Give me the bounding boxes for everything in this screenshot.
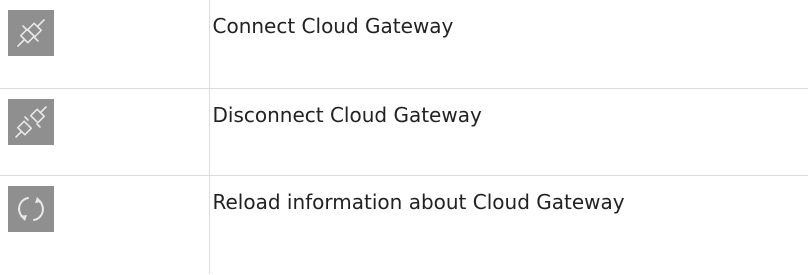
row-description: Connect Cloud Gateway — [212, 14, 454, 38]
plug-disconnect-icon — [8, 99, 54, 145]
reload-icon — [8, 186, 54, 232]
icon-cell — [0, 0, 210, 89]
table-row: Connect Cloud Gateway — [0, 0, 808, 89]
icon-cell — [0, 88, 210, 176]
plug-connect-icon — [8, 10, 54, 56]
command-table: Connect Cloud Gateway Disconnect Cloud G… — [0, 0, 808, 274]
description-cell: Connect Cloud Gateway — [208, 0, 808, 89]
row-description: Disconnect Cloud Gateway — [212, 103, 482, 127]
description-cell: Reload information about Cloud Gateway — [208, 175, 808, 274]
description-cell: Disconnect Cloud Gateway — [208, 88, 808, 176]
icon-cell — [0, 175, 210, 274]
row-description: Reload information about Cloud Gateway — [212, 190, 625, 214]
table-row: Disconnect Cloud Gateway — [0, 88, 808, 176]
table-row: Reload information about Cloud Gateway — [0, 175, 808, 274]
